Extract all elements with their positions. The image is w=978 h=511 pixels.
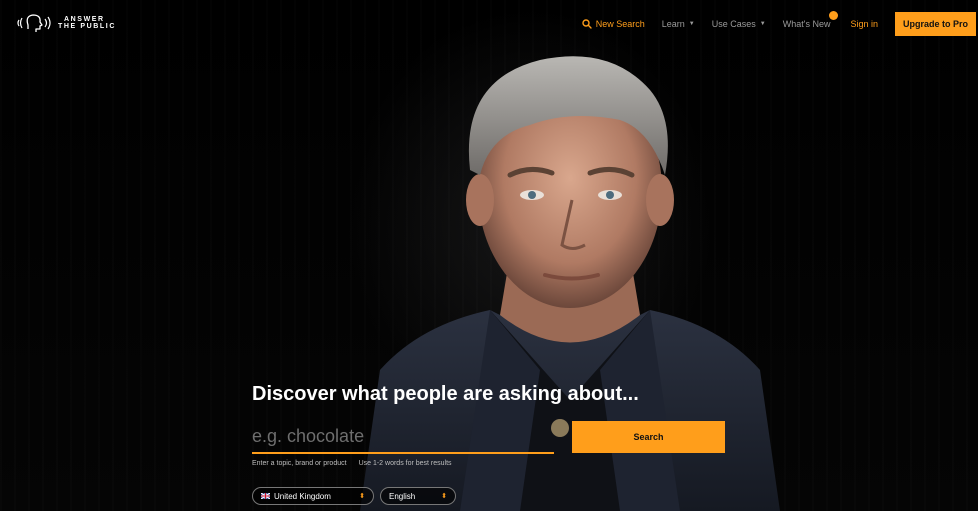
search-icon — [582, 19, 592, 29]
language-select[interactable]: English ⬍ — [380, 487, 456, 505]
notification-dot — [829, 11, 839, 20]
sign-in-label: Sign in — [850, 19, 878, 29]
chevron-up-down-icon: ⬍ — [359, 492, 365, 500]
learn-menu[interactable]: Learn ▼ — [662, 19, 695, 29]
chevron-down-icon: ▼ — [688, 21, 695, 27]
whats-new-link[interactable]: What's New — [782, 11, 839, 29]
search-button[interactable]: Search — [572, 421, 725, 453]
search-field-container — [252, 422, 554, 454]
logo-word-answer: ANSWER — [64, 16, 105, 23]
use-cases-menu[interactable]: Use Cases ▼ — [712, 19, 766, 29]
sign-in-link[interactable]: Sign in — [850, 19, 878, 29]
search-hints: Enter a topic, brand or product Use 1-2 … — [252, 460, 452, 467]
search-input[interactable] — [252, 422, 554, 450]
chevron-down-icon: ▼ — [759, 21, 766, 27]
whats-new-label: What's New — [782, 19, 831, 29]
search-hint-topic: Enter a topic, brand or product — [252, 460, 347, 467]
main-nav: New Search Learn ▼ Use Cases ▼ What's Ne… — [565, 11, 978, 36]
language-select-value: English — [389, 491, 416, 501]
head-with-soundwaves-icon — [17, 14, 51, 32]
answer-the-public-logo[interactable]: ANSWER THE PUBLIC — [16, 12, 116, 34]
new-search-link[interactable]: New Search — [582, 19, 645, 29]
learn-label: Learn — [661, 19, 685, 29]
country-select-value: United Kingdom — [274, 491, 331, 501]
logo-wordmark: ANSWER THE PUBLIC — [58, 16, 116, 30]
answer-the-public-home: ANSWER THE PUBLIC New Search Learn ▼ Use… — [0, 0, 978, 511]
top-navigation-bar: ANSWER THE PUBLIC New Search Learn ▼ Use… — [0, 0, 978, 52]
new-search-label: New Search — [595, 19, 645, 29]
hero-headline: Discover what people are asking about... — [252, 383, 639, 405]
use-cases-label: Use Cases — [711, 19, 756, 29]
logo-word-the-public: THE PUBLIC — [58, 23, 116, 30]
country-select[interactable]: United Kingdom ⬍ — [252, 487, 374, 505]
uk-flag-icon — [261, 493, 270, 499]
upgrade-to-pro-button[interactable]: Upgrade to Pro — [894, 12, 976, 36]
search-hint-words: Use 1-2 words for best results — [358, 460, 452, 467]
chevron-up-down-icon: ⬍ — [441, 492, 447, 500]
